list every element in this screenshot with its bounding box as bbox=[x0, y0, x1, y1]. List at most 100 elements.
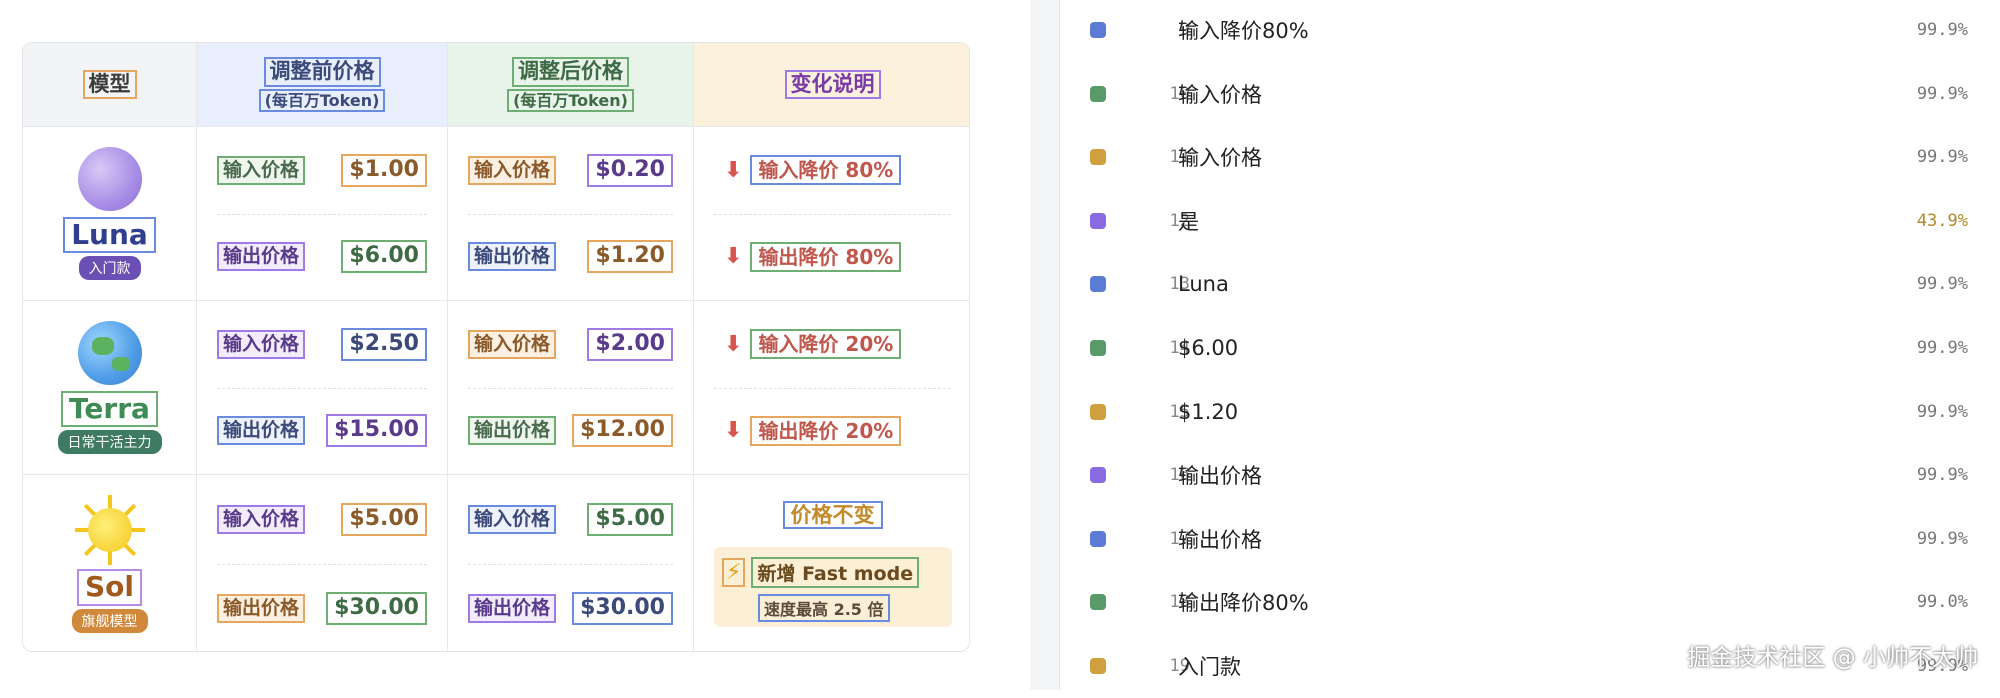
down-arrow-icon: ⬇ bbox=[724, 157, 743, 183]
after-price-cell: 输入价格 $0.20 输出价格 $1.20 bbox=[448, 127, 694, 300]
pricing-table: 模型 调整前价格 (每百万Token) 调整后价格 (每百万Token) 变化说… bbox=[22, 42, 970, 652]
list-item[interactable]: 15 $1.20 99.9% bbox=[1060, 380, 2000, 444]
item-confidence: 43.9% bbox=[1916, 210, 1968, 231]
header-model-label: 模型 bbox=[82, 69, 137, 100]
item-text: 是 bbox=[1178, 209, 1199, 234]
price-value: $5.00 bbox=[587, 503, 673, 536]
price-label: 输入价格 bbox=[468, 155, 557, 185]
color-swatch-icon bbox=[1090, 340, 1106, 356]
model-tag: 旗舰模型 bbox=[71, 608, 148, 633]
price-value: $15.00 bbox=[326, 414, 427, 448]
header-after: 调整后价格 (每百万Token) bbox=[448, 43, 694, 127]
color-swatch-icon bbox=[1090, 530, 1106, 547]
fast-mode-box: ⚡ 新增 Fast mode 速度最高 2.5 倍 bbox=[714, 547, 952, 627]
price-value: $5.00 bbox=[341, 503, 427, 536]
item-text: 输出降价80% bbox=[1178, 591, 1309, 616]
color-swatch-icon bbox=[1090, 212, 1106, 229]
price-label: 输出价格 bbox=[217, 242, 306, 272]
item-confidence: 99.9% bbox=[1916, 20, 1968, 40]
list-item[interactable]: 13 Luna 99.9% bbox=[1060, 252, 2000, 316]
item-confidence: 99.9% bbox=[1916, 147, 1968, 168]
change-label: 输出降价 20% bbox=[750, 415, 902, 446]
header-desc: 变化说明 bbox=[694, 43, 969, 127]
before-price-cell: 输入价格 $2.50 输出价格 $15.00 bbox=[197, 301, 448, 474]
list-item[interactable]: 9 输入降价80% 99.9% bbox=[1060, 0, 2000, 62]
list-item[interactable]: 11 输入价格 99.9% bbox=[1060, 125, 2000, 189]
color-swatch-icon bbox=[1090, 467, 1106, 484]
change-label: 输入降价 20% bbox=[750, 329, 902, 360]
down-arrow-icon: ⬇ bbox=[724, 244, 743, 270]
fast-mode-title: 新增 Fast mode bbox=[751, 557, 920, 588]
price-value: $1.20 bbox=[587, 240, 673, 274]
model-tag: 日常干活主力 bbox=[57, 430, 162, 455]
color-swatch-icon bbox=[1090, 403, 1106, 420]
color-swatch-icon bbox=[1090, 85, 1106, 102]
earth-icon bbox=[77, 320, 142, 385]
header-after-sub: (每百万Token) bbox=[507, 88, 634, 112]
item-text: Luna bbox=[1178, 272, 1229, 297]
change-label: 输出降价 80% bbox=[750, 241, 902, 272]
lightning-icon: ⚡ bbox=[722, 558, 746, 587]
color-swatch-icon bbox=[1090, 22, 1106, 38]
list-item[interactable]: 17 输出价格 99.9% bbox=[1060, 507, 2000, 571]
item-confidence: 99.9% bbox=[1916, 401, 1968, 422]
model-name: Luna bbox=[63, 216, 156, 254]
price-label: 输出价格 bbox=[468, 242, 557, 272]
table-row: Luna 入门款 输入价格 $1.00 输出价格 $6.00 输入价格 $0.20 输… bbox=[23, 127, 969, 301]
watermark: 掘金技术社区 @ 小帅不太帅 bbox=[1687, 645, 1978, 671]
item-text: 入门款 bbox=[1178, 655, 1241, 679]
no-change-label: 价格不变 bbox=[782, 501, 883, 529]
price-label: 输入价格 bbox=[217, 329, 306, 359]
list-item[interactable]: 16 输出价格 99.9% bbox=[1060, 443, 2000, 507]
item-text: 输入降价80% bbox=[1178, 19, 1309, 43]
list-item[interactable]: 18 输出降价80% 99.0% bbox=[1060, 570, 2000, 634]
moon-icon bbox=[77, 146, 142, 211]
price-label: 输入价格 bbox=[468, 505, 557, 534]
price-value: $30.00 bbox=[326, 592, 427, 625]
ocr-results-list: 9 输入降价80% 99.9% 10 输入价格 99.9% 11 输入价格 99.9% 12 是 43… bbox=[1060, 0, 2000, 690]
desc-cell: ⬇ 输入降价 80% ⬇ 输出降价 80% bbox=[694, 127, 969, 300]
color-swatch-icon bbox=[1090, 658, 1106, 674]
item-text: 输入价格 bbox=[1178, 82, 1262, 107]
item-confidence: 99.9% bbox=[1916, 274, 1968, 295]
price-label: 输入价格 bbox=[217, 505, 306, 534]
list-item[interactable]: 12 是 43.9% bbox=[1060, 189, 2000, 253]
header-before: 调整前价格 (每百万Token) bbox=[197, 43, 448, 127]
after-price-cell: 输入价格 $2.00 输出价格 $12.00 bbox=[448, 301, 694, 474]
price-value: $6.00 bbox=[341, 240, 427, 274]
header-model: 模型 bbox=[23, 43, 197, 127]
price-label: 输出价格 bbox=[217, 416, 306, 446]
price-value: $1.00 bbox=[341, 153, 427, 187]
color-swatch-icon bbox=[1090, 276, 1106, 293]
price-value: $30.00 bbox=[572, 592, 673, 625]
item-text: 输出价格 bbox=[1178, 464, 1262, 489]
change-label: 输入降价 80% bbox=[750, 155, 902, 186]
price-label: 输入价格 bbox=[468, 329, 557, 359]
sun-icon bbox=[74, 495, 145, 566]
desc-cell: ⬇ 输入降价 20% ⬇ 输出降价 20% bbox=[694, 301, 969, 474]
model-name: Terra bbox=[61, 390, 158, 428]
item-confidence: 99.9% bbox=[1916, 338, 1968, 358]
item-confidence: 99.0% bbox=[1916, 592, 1968, 613]
item-text: $1.20 bbox=[1178, 399, 1239, 424]
item-text: 输入价格 bbox=[1178, 146, 1262, 171]
desc-cell: 价格不变 ⚡ 新增 Fast mode 速度最高 2.5 倍 bbox=[694, 475, 969, 651]
list-item[interactable]: 10 输入价格 99.9% bbox=[1060, 62, 2000, 126]
down-arrow-icon: ⬇ bbox=[724, 418, 743, 444]
pricing-image-pane: 模型 调整前价格 (每百万Token) 调整后价格 (每百万Token) 变化说… bbox=[0, 0, 1030, 690]
before-price-cell: 输入价格 $5.00 输出价格 $30.00 bbox=[197, 475, 448, 651]
color-swatch-icon bbox=[1090, 149, 1106, 166]
item-confidence: 99.9% bbox=[1916, 465, 1968, 486]
table-row: Sol 旗舰模型 输入价格 $5.00 输出价格 $30.00 输入价格 $5.00 … bbox=[23, 475, 969, 651]
price-value: $2.00 bbox=[587, 327, 673, 361]
price-label: 输出价格 bbox=[468, 416, 557, 446]
item-text: $6.00 bbox=[1178, 336, 1239, 360]
down-arrow-icon: ⬇ bbox=[724, 331, 743, 357]
fast-mode-subtitle: 速度最高 2.5 倍 bbox=[758, 594, 890, 622]
price-label: 输入价格 bbox=[217, 155, 306, 185]
price-value: $2.50 bbox=[341, 327, 427, 361]
item-confidence: 99.9% bbox=[1916, 528, 1968, 549]
list-item[interactable]: 14 $6.00 99.9% bbox=[1060, 316, 2000, 380]
pane-divider[interactable] bbox=[1030, 0, 1060, 690]
model-cell: Terra 日常干活主力 bbox=[23, 301, 197, 474]
